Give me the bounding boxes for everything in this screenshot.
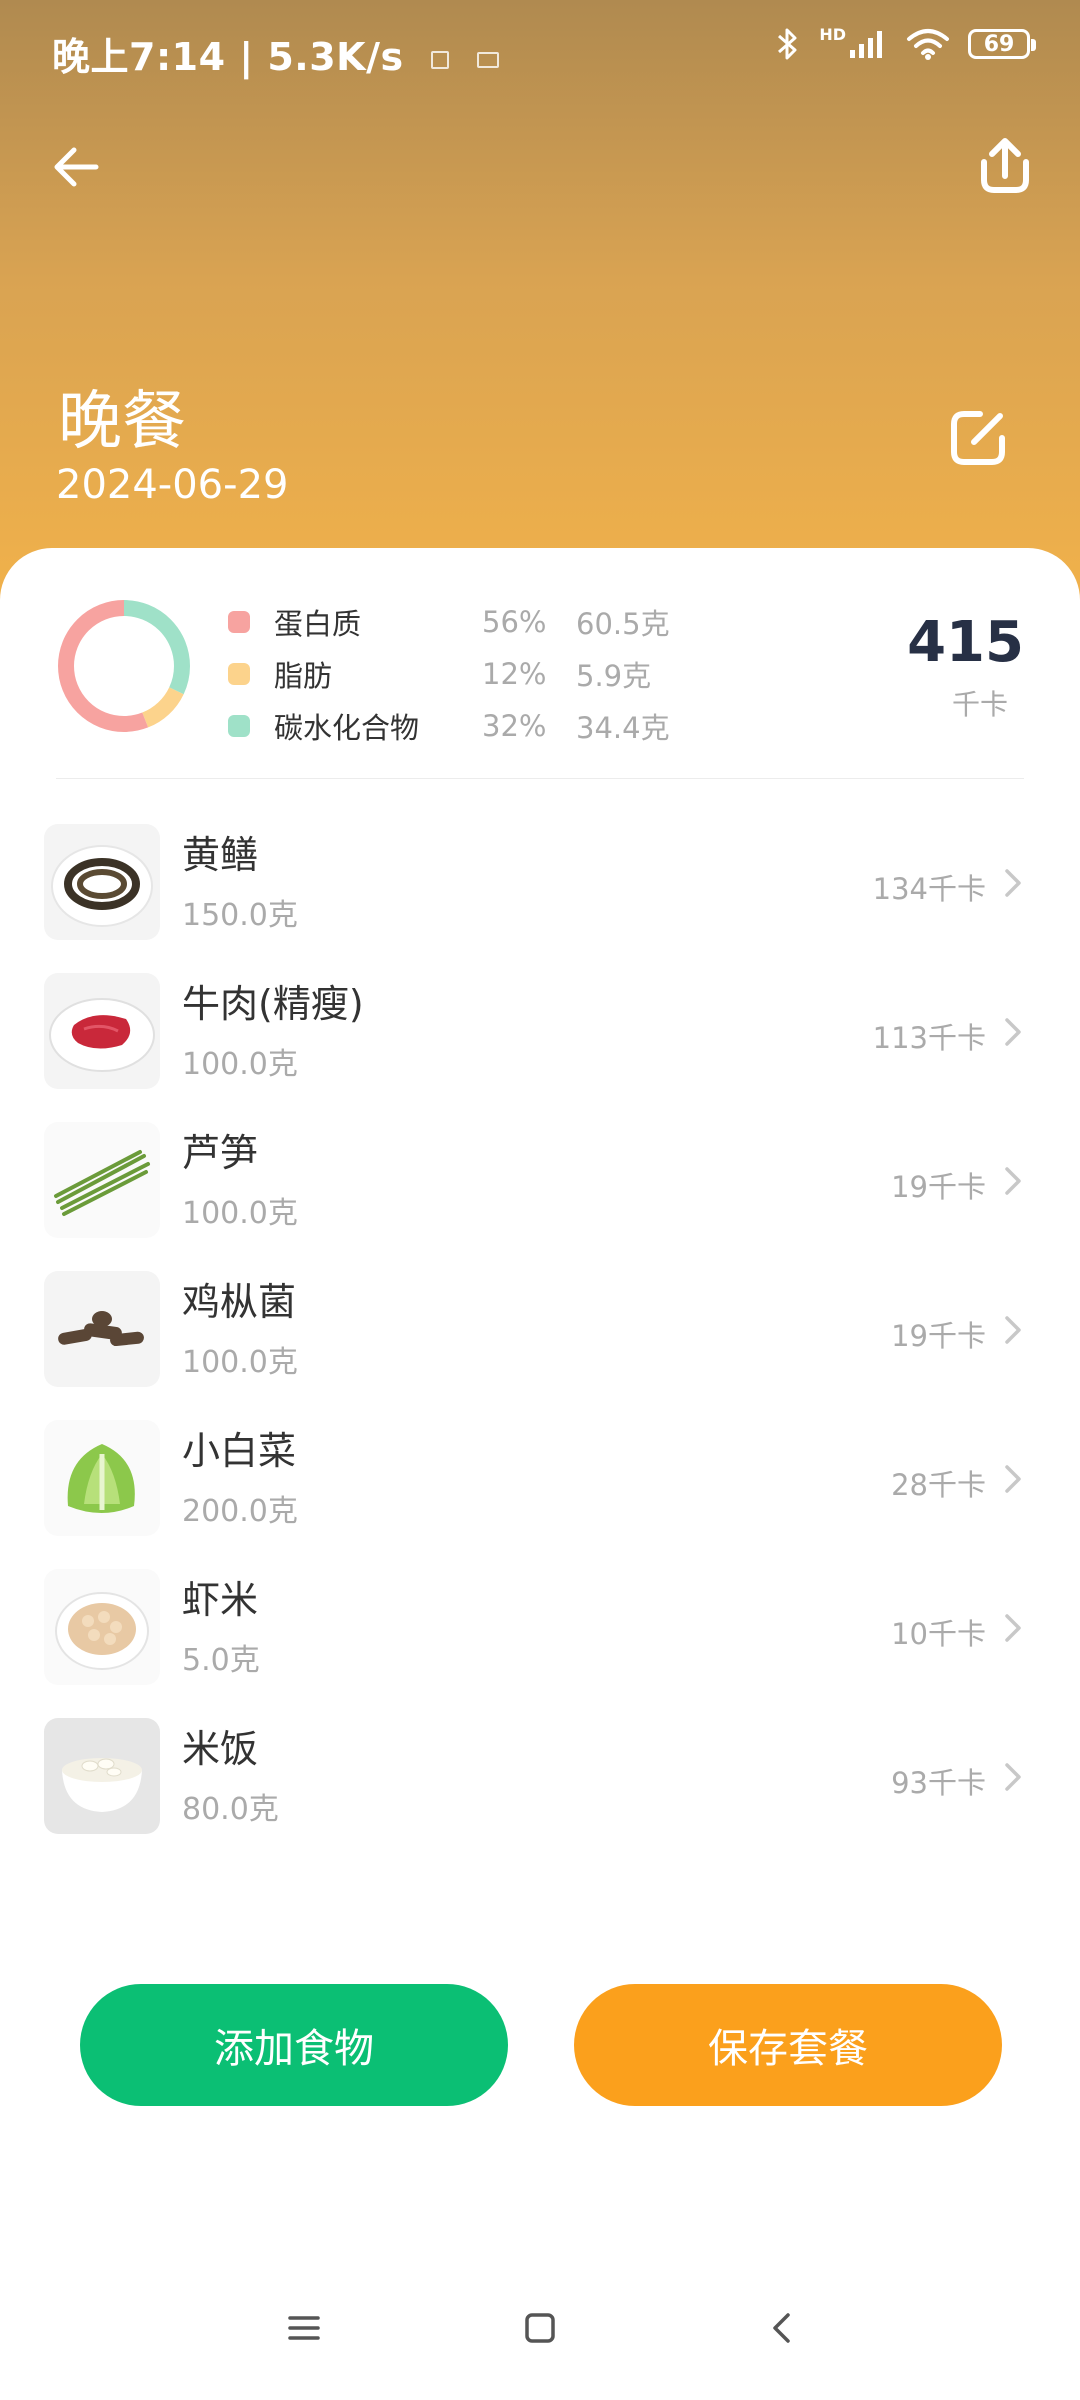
legend-percent: 56% bbox=[482, 605, 547, 639]
food-name: 虾米 bbox=[182, 1578, 259, 1622]
battery-icon: 69 bbox=[968, 29, 1036, 59]
food-image-rice bbox=[44, 1718, 160, 1834]
network-badge: HD bbox=[819, 24, 846, 44]
edit-icon[interactable] bbox=[940, 398, 1018, 476]
food-amount: 150.0克 bbox=[182, 898, 298, 933]
section-divider bbox=[56, 778, 1024, 779]
total-calories-unit: 千卡 bbox=[951, 688, 1008, 721]
food-list-item[interactable]: 米饭 80.0克 93千卡 bbox=[0, 1712, 1080, 1861]
back-chevron-icon[interactable] bbox=[764, 2310, 800, 2346]
bluetooth-icon bbox=[778, 28, 797, 60]
food-calories: 28千卡 bbox=[891, 1468, 986, 1502]
signal-icon bbox=[850, 31, 882, 58]
chevron-right-icon bbox=[1005, 1763, 1021, 1791]
chevron-right-icon bbox=[1005, 1614, 1021, 1642]
legend-grams: 5.9克 bbox=[576, 659, 652, 693]
legend-grams: 60.5克 bbox=[576, 607, 670, 641]
food-image-bok-choy bbox=[44, 1420, 160, 1536]
meal-title: 晚餐 bbox=[58, 385, 186, 459]
food-name: 黄鳝 bbox=[182, 833, 259, 877]
food-calories: 19千卡 bbox=[891, 1319, 986, 1353]
food-name: 芦笋 bbox=[182, 1131, 259, 1175]
battery-level: 69 bbox=[983, 31, 1015, 57]
food-name: 米饭 bbox=[182, 1727, 259, 1771]
food-amount: 100.0克 bbox=[182, 1345, 298, 1380]
status-time-speed: 晚上7:14 | 5.3K/s bbox=[52, 35, 404, 79]
legend-dot-carbs bbox=[228, 715, 250, 737]
system-navigation-bar bbox=[0, 2290, 1080, 2370]
legend-grams: 34.4克 bbox=[576, 711, 670, 745]
food-image-asparagus bbox=[44, 1122, 160, 1238]
food-image-dried-shrimp bbox=[44, 1569, 160, 1685]
status-time: 晚上7:14 | 5.3K/s bbox=[52, 26, 500, 81]
legend-row-carbs: 碳水化合物 32% 34.4克 bbox=[226, 702, 686, 750]
add-food-button[interactable]: 添加食物 bbox=[80, 1984, 508, 2106]
food-amount: 200.0克 bbox=[182, 1494, 298, 1529]
status-bar: 晚上7:14 | 5.3K/s HD 69 bbox=[0, 0, 1080, 100]
food-amount: 80.0克 bbox=[182, 1792, 279, 1827]
status-icons: HD 69 bbox=[775, 24, 1036, 62]
food-name: 鸡枞菌 bbox=[182, 1280, 297, 1324]
chevron-right-icon bbox=[1005, 1316, 1021, 1344]
food-name: 小白菜 bbox=[182, 1429, 297, 1473]
legend-name: 碳水化合物 bbox=[274, 711, 420, 745]
food-calories: 113千卡 bbox=[872, 1021, 986, 1055]
mail-icon bbox=[477, 51, 500, 68]
wifi-icon bbox=[907, 29, 949, 60]
food-calories: 19千卡 bbox=[891, 1170, 986, 1204]
food-amount: 5.0克 bbox=[182, 1643, 260, 1678]
legend-dot-fat bbox=[228, 663, 250, 685]
legend-name: 蛋白质 bbox=[274, 607, 362, 641]
food-calories: 93千卡 bbox=[891, 1766, 986, 1800]
menu-icon[interactable] bbox=[286, 2310, 322, 2346]
food-list-item[interactable]: 小白菜 200.0克 28千卡 bbox=[0, 1414, 1080, 1563]
home-square-icon[interactable] bbox=[522, 2310, 558, 2346]
food-image-eel bbox=[44, 824, 160, 940]
chevron-right-icon bbox=[1005, 869, 1021, 897]
save-meal-button[interactable]: 保存套餐 bbox=[574, 1984, 1002, 2106]
legend-dot-protein bbox=[228, 611, 250, 633]
food-image-beef bbox=[44, 973, 160, 1089]
food-image-mushroom bbox=[44, 1271, 160, 1387]
share-upload-icon[interactable] bbox=[970, 132, 1040, 202]
legend-row-fat: 脂肪 12% 5.9克 bbox=[226, 650, 686, 698]
legend-percent: 32% bbox=[482, 709, 547, 743]
macro-donut-chart bbox=[58, 600, 190, 732]
food-list-item[interactable]: 鸡枞菌 100.0克 19千卡 bbox=[0, 1265, 1080, 1414]
chevron-right-icon bbox=[1005, 1465, 1021, 1493]
food-list-item[interactable]: 虾米 5.0克 10千卡 bbox=[0, 1563, 1080, 1712]
legend-percent: 12% bbox=[482, 657, 547, 691]
arrow-left-icon[interactable] bbox=[42, 132, 112, 202]
food-calories: 10千卡 bbox=[891, 1617, 986, 1651]
legend-row-protein: 蛋白质 56% 60.5克 bbox=[226, 598, 686, 646]
food-list-item[interactable]: 牛肉(精瘦) 100.0克 113千卡 bbox=[0, 967, 1080, 1116]
chevron-right-icon bbox=[1005, 1167, 1021, 1195]
chevron-right-icon bbox=[1005, 1018, 1021, 1046]
food-amount: 100.0克 bbox=[182, 1196, 298, 1231]
sim-icon bbox=[431, 50, 450, 69]
legend-name: 脂肪 bbox=[274, 659, 333, 693]
food-amount: 100.0克 bbox=[182, 1047, 298, 1082]
food-list-item[interactable]: 黄鳝 150.0克 134千卡 bbox=[0, 818, 1080, 967]
food-name: 牛肉(精瘦) bbox=[182, 982, 364, 1026]
food-calories: 134千卡 bbox=[872, 872, 986, 906]
food-list-item[interactable]: 芦笋 100.0克 19千卡 bbox=[0, 1116, 1080, 1265]
meal-date: 2024-06-29 bbox=[56, 462, 289, 508]
total-calories: 415 bbox=[907, 610, 1024, 675]
